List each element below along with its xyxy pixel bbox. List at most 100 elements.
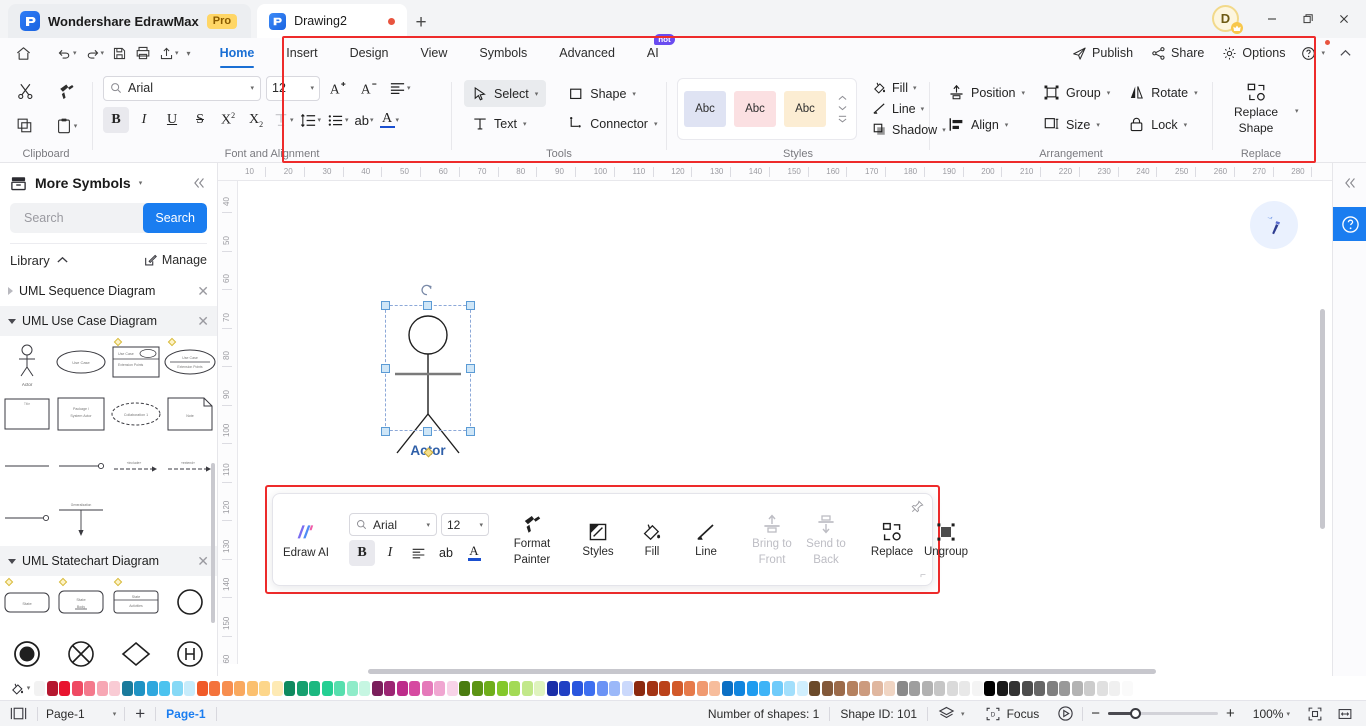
color-swatch[interactable] (284, 680, 295, 696)
float-font-family-input[interactable]: Arial ▾ (349, 513, 437, 536)
tab-symbols[interactable]: Symbols (463, 38, 543, 68)
color-swatch[interactable] (246, 680, 258, 696)
color-swatch[interactable] (471, 680, 483, 696)
color-swatch[interactable] (59, 680, 70, 696)
edraw-ai-button[interactable]: Edraw AI (279, 498, 333, 582)
subscript-button[interactable]: X2 (243, 107, 269, 133)
color-swatch[interactable] (121, 680, 133, 696)
color-swatch[interactable] (1046, 680, 1058, 696)
color-swatch[interactable] (609, 680, 620, 696)
color-swatch[interactable] (646, 680, 658, 696)
select-tool[interactable]: Select ▾ (464, 80, 547, 107)
color-swatch[interactable] (784, 680, 795, 696)
zoom-slider-knob[interactable] (1130, 708, 1142, 719)
color-swatch[interactable] (709, 680, 720, 696)
zoom-level[interactable]: 100% ▾ (1243, 701, 1300, 726)
style-swatch[interactable]: Abc (734, 90, 776, 127)
float-bold-button[interactable]: B (349, 540, 375, 566)
color-swatch[interactable] (909, 680, 920, 696)
page-tab-page-1[interactable]: Page-1 (156, 701, 215, 726)
presentation-button[interactable] (1049, 701, 1082, 726)
symbol-use-case[interactable]: Use Case (54, 336, 108, 388)
layers-button[interactable]: ▾ (928, 701, 975, 726)
color-swatch[interactable] (496, 680, 508, 696)
color-swatch[interactable] (1096, 680, 1108, 696)
color-swatch[interactable] (809, 680, 820, 696)
float-font-color-button[interactable]: A (461, 540, 487, 566)
search-button[interactable]: Search (143, 203, 207, 233)
resize-handle-e[interactable] (466, 364, 475, 373)
shape-tool[interactable]: Shape ▾ (560, 80, 665, 107)
italic-button[interactable]: I (131, 107, 157, 133)
help-button[interactable]: ▾ (1295, 40, 1330, 65)
canvas-horizontal-scrollbar[interactable] (238, 668, 1332, 675)
color-swatch[interactable] (984, 680, 995, 696)
color-swatch[interactable] (871, 680, 883, 696)
underline-button[interactable]: U (159, 107, 185, 133)
pin-toolbar-icon[interactable] (911, 500, 924, 513)
resize-handle-sw[interactable] (381, 427, 390, 436)
float-bring-to-front-button[interactable]: Bring to Front (745, 498, 799, 582)
color-swatch[interactable] (459, 680, 470, 696)
color-swatch[interactable] (196, 680, 208, 696)
color-swatch[interactable] (109, 680, 120, 696)
options-button[interactable]: Options (1214, 41, 1293, 65)
size-button[interactable]: Size ▾ (1037, 110, 1116, 140)
font-size-input[interactable]: 12 ▾ (266, 75, 320, 101)
float-italic-button[interactable]: I (377, 540, 403, 566)
strikethrough-button[interactable]: S (187, 107, 213, 133)
chevron-down-icon[interactable]: ▾ (113, 710, 117, 718)
float-ungroup-button[interactable]: Ungroup (919, 498, 973, 582)
color-swatch[interactable] (534, 680, 545, 696)
redo-button[interactable]: ▾ (82, 41, 108, 65)
copy-button[interactable] (10, 111, 40, 141)
color-swatch[interactable] (396, 680, 408, 696)
color-swatch[interactable] (159, 680, 170, 696)
palette-fill-button[interactable]: ▾ (0, 676, 34, 700)
symbol-use-case-extension-points-2[interactable]: Use Case Extension Points (163, 336, 217, 388)
symbol-actor[interactable]: Actor (0, 336, 54, 388)
panel-scrollbar[interactable] (211, 463, 215, 623)
color-swatch[interactable] (1071, 680, 1083, 696)
zoom-in-button[interactable]: + (1218, 701, 1243, 726)
brand-tab[interactable]: Wondershare EdrawMax Pro (8, 4, 252, 38)
symbol-state-body[interactable]: State Body (54, 576, 108, 628)
color-swatch[interactable] (1109, 680, 1120, 696)
color-swatch[interactable] (759, 680, 770, 696)
color-swatch[interactable] (184, 680, 195, 696)
scrollbar-thumb[interactable] (368, 669, 1156, 674)
tab-ai[interactable]: AI hot (631, 34, 675, 68)
resize-handle-s[interactable] (423, 427, 432, 436)
category-uml-statechart-diagram[interactable]: UML Statechart Diagram ✕ (0, 546, 217, 576)
close-button[interactable] (1326, 0, 1362, 38)
save-button[interactable] (109, 41, 130, 65)
style-swatch[interactable]: Abc (784, 90, 826, 127)
color-swatch[interactable] (446, 680, 458, 696)
color-swatch[interactable] (734, 680, 745, 696)
float-fill-button[interactable]: Fill (625, 498, 679, 582)
document-tab[interactable]: Drawing2 (257, 4, 408, 38)
color-swatch[interactable] (946, 680, 958, 696)
color-swatch[interactable] (371, 680, 383, 696)
color-swatch[interactable] (334, 680, 345, 696)
superscript-button[interactable]: X2 (215, 107, 241, 133)
color-swatch[interactable] (46, 680, 58, 696)
color-swatch[interactable] (409, 680, 420, 696)
color-swatch[interactable] (621, 680, 633, 696)
color-swatch[interactable] (96, 680, 108, 696)
color-swatch[interactable] (859, 680, 870, 696)
symbol-history[interactable] (163, 628, 217, 680)
color-swatch[interactable] (684, 680, 695, 696)
color-swatch[interactable] (846, 680, 858, 696)
color-swatch[interactable] (509, 680, 520, 696)
customize-qat-button[interactable]: ▾ (184, 41, 194, 65)
color-swatch[interactable] (421, 680, 433, 696)
rotate-handle[interactable] (420, 283, 434, 297)
color-swatch[interactable] (271, 680, 283, 696)
symbol-association[interactable] (0, 440, 54, 492)
color-swatch[interactable] (796, 680, 808, 696)
style-swatch[interactable]: Abc (684, 90, 726, 127)
color-swatch[interactable] (221, 680, 233, 696)
chevron-down-icon[interactable]: ▾ (139, 179, 143, 187)
color-swatch[interactable] (359, 680, 370, 696)
